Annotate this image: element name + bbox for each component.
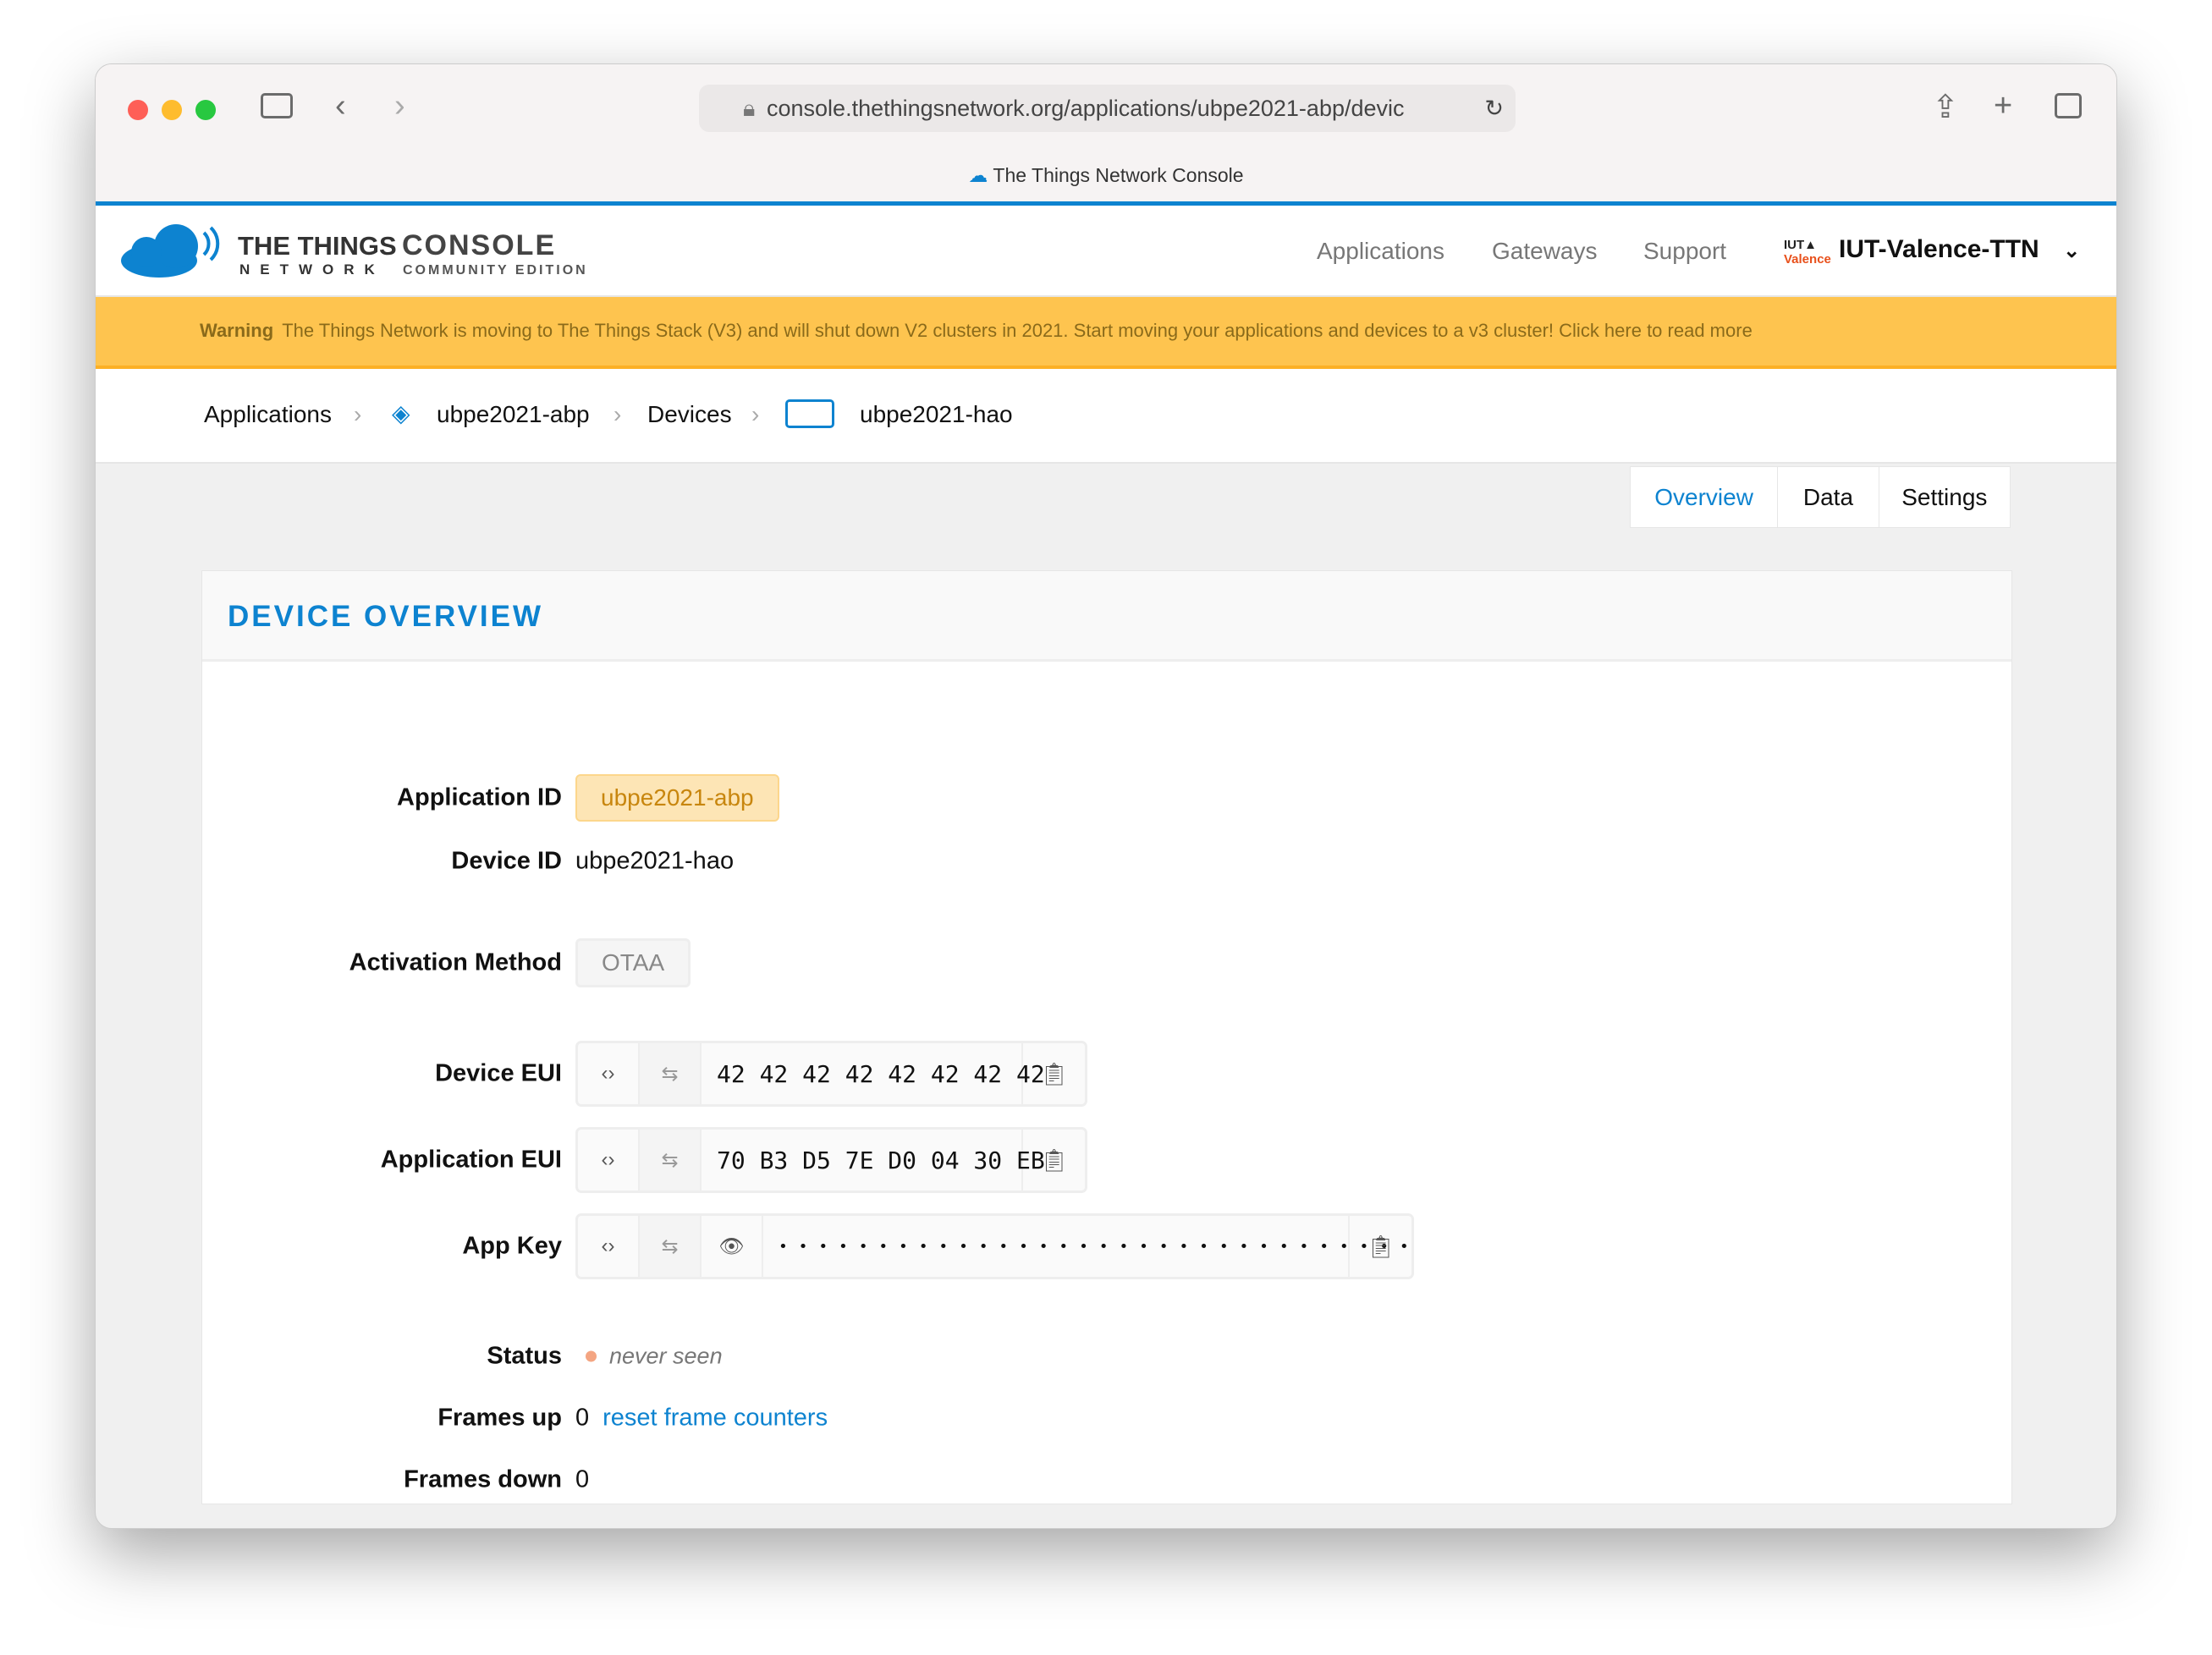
frames-up-value: 0 [575, 1404, 590, 1432]
logo-console: CONSOLE [402, 229, 557, 261]
chevron-down-icon: ⌄ [2063, 239, 2081, 262]
user-menu[interactable]: IUT-Valence-TTN ⌄ [1839, 235, 2080, 264]
breadcrumb-device: ubpe2021-hao [860, 401, 1013, 427]
app-eui-field: ‹› ⇆ 70 B3 D5 7E D0 04 30 EB 📋︎ [575, 1127, 1087, 1193]
swap-byte-order-icon[interactable]: ⇆ [640, 1043, 702, 1104]
device-tabs: Overview Data Settings [1630, 466, 2011, 528]
breadcrumb-application[interactable]: ubpe2021-abp [437, 401, 590, 428]
tab-overview[interactable]: Overview [1631, 467, 1779, 527]
nav-applications[interactable]: Applications [1317, 238, 1444, 265]
nav-support[interactable]: Support [1643, 238, 1726, 265]
ttn-favicon-icon: ☁ [968, 164, 988, 186]
dev-eui-label: Device EUI [435, 1059, 562, 1087]
frames-up-label: Frames up [437, 1404, 562, 1432]
clipboard-icon[interactable]: 📋︎ [1023, 1130, 1085, 1190]
site-header: THE THINGS NETWORK CONSOLE COMMUNITY EDI… [96, 206, 2116, 297]
code-format-icon[interactable]: ‹› [578, 1043, 640, 1104]
tabs-overview-icon[interactable] [2055, 93, 2082, 118]
reset-frame-counters-link[interactable]: reset frame counters [603, 1405, 828, 1432]
tab-title[interactable]: ☁ The Things Network Console [96, 164, 2116, 187]
activation-label: Activation Method [349, 948, 562, 976]
code-format-icon[interactable]: ‹› [578, 1216, 640, 1277]
status-value: never seen [609, 1343, 723, 1369]
ttn-cloud-logo-icon[interactable] [121, 223, 223, 278]
swap-byte-order-icon[interactable]: ⇆ [640, 1130, 702, 1190]
eye-icon[interactable]: 👁︎ [702, 1216, 763, 1277]
tab-data[interactable]: Data [1778, 467, 1879, 527]
new-tab-icon[interactable]: + [1994, 88, 2012, 124]
app-key-value[interactable]: • • • • • • • • • • • • • • • • • • • • … [763, 1216, 1409, 1277]
device-icon [785, 399, 834, 428]
minimize-window-button[interactable] [162, 100, 182, 120]
back-icon[interactable]: ‹ [335, 88, 346, 124]
application-stack-icon: ◈ [392, 400, 410, 426]
app-eui-label: Application EUI [380, 1146, 562, 1174]
dev-eui-value[interactable]: 42 42 42 42 42 42 42 42 [702, 1043, 1045, 1104]
tab-title-text: The Things Network Console [993, 164, 1244, 186]
clipboard-icon[interactable]: 📋︎ [1350, 1216, 1411, 1277]
clipboard-icon[interactable]: 📋︎ [1023, 1043, 1085, 1104]
url-text: console.thethingsnetwork.org/application… [767, 96, 1405, 121]
activation-value: OTAA [575, 938, 691, 987]
warning-label: Warning [200, 320, 274, 341]
code-format-icon[interactable]: ‹› [578, 1130, 640, 1190]
logo-subtext: NETWORK [239, 261, 385, 278]
device-id-value: ubpe2021-hao [575, 847, 735, 875]
breadcrumb: Applications › ◈ ubpe2021-abp › Devices … [96, 369, 2116, 464]
card-title: DEVICE OVERVIEW [202, 571, 2011, 662]
warning-banner[interactable]: Warning The Things Network is moving to T… [96, 297, 2116, 369]
maximize-window-button[interactable] [195, 100, 216, 120]
app-key-field: ‹› ⇆ 👁︎ • • • • • • • • • • • • • • • • • •… [575, 1213, 1414, 1279]
forward-icon[interactable]: › [394, 88, 405, 124]
browser-toolbar: ‹ › 🔒︎ console.thethingsnetwork.org/appli… [96, 64, 2116, 201]
sidebar-toggle-icon[interactable] [261, 93, 293, 118]
reload-icon[interactable]: ↻ [1484, 85, 1504, 132]
browser-window: ‹ › 🔒︎ console.thethingsnetwork.org/appli… [95, 63, 2117, 1529]
dev-eui-field: ‹› ⇆ 42 42 42 42 42 42 42 42 📋︎ [575, 1041, 1087, 1107]
frames-down-label: Frames down [404, 1465, 562, 1493]
address-bar[interactable]: 🔒︎ console.thethingsnetwork.org/applicati… [699, 85, 1516, 132]
logo-text: THE THINGS [238, 231, 397, 261]
nav-gateways[interactable]: Gateways [1492, 238, 1598, 265]
tab-settings[interactable]: Settings [1879, 467, 2010, 527]
status-label: Status [487, 1342, 562, 1370]
app-eui-value[interactable]: 70 B3 D5 7E D0 04 30 EB [702, 1130, 1045, 1190]
app-id-value[interactable]: ubpe2021-abp [575, 774, 779, 822]
frames-down-value: 0 [575, 1465, 590, 1493]
breadcrumb-applications[interactable]: Applications [204, 401, 332, 428]
status-dot-icon [586, 1350, 597, 1362]
logo-edition: COMMUNITY EDITION [403, 263, 588, 278]
user-name: IUT-Valence-TTN [1839, 235, 2039, 263]
share-icon[interactable]: ⇪ [1932, 88, 1959, 126]
breadcrumb-devices[interactable]: Devices [647, 401, 732, 428]
close-window-button[interactable] [128, 100, 148, 120]
lock-icon: 🔒︎ [743, 96, 756, 121]
app-id-label: Application ID [397, 784, 562, 811]
swap-byte-order-icon[interactable]: ⇆ [640, 1216, 702, 1277]
app-key-label: App Key [462, 1232, 562, 1260]
warning-text: The Things Network is moving to The Thin… [282, 320, 1753, 341]
org-logo-icon: IUT▲ Valence [1784, 238, 1831, 267]
device-id-label: Device ID [451, 847, 562, 875]
device-overview-card: DEVICE OVERVIEW Application ID ubpe2021-a… [201, 570, 2012, 1504]
